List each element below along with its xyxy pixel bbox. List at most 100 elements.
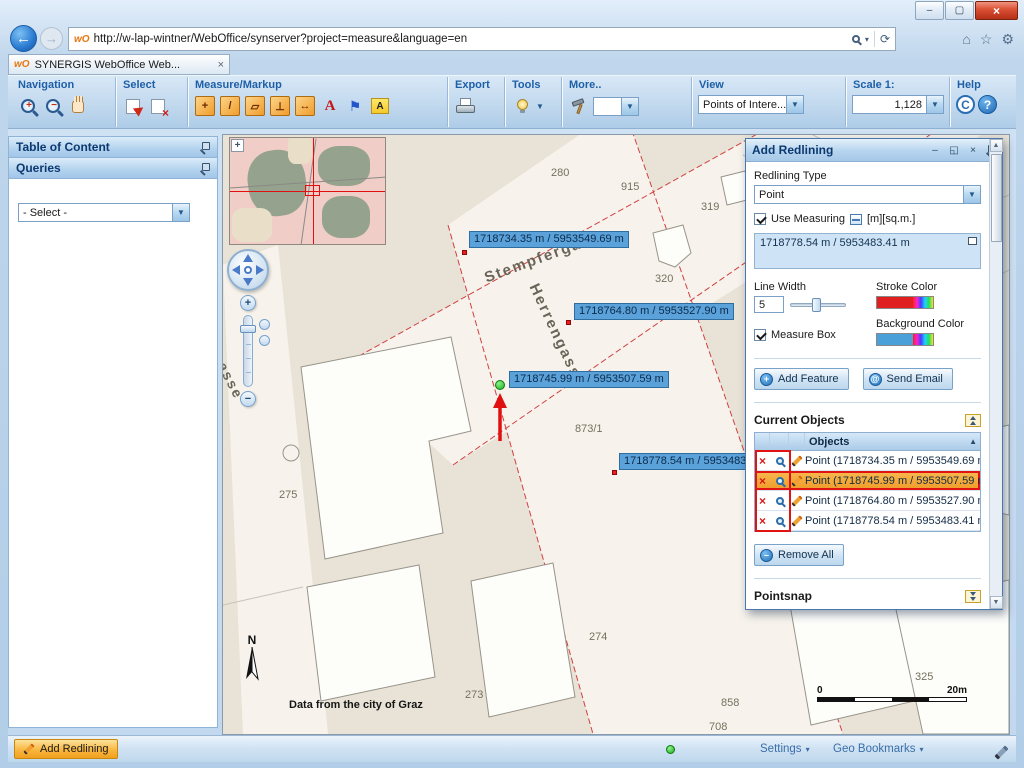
browser-back-button[interactable]: ← bbox=[10, 25, 37, 52]
copyright-button[interactable]: C bbox=[956, 95, 975, 114]
zoom-out-button[interactable]: − bbox=[42, 95, 64, 117]
send-email-button[interactable]: @ Send Email bbox=[863, 368, 953, 390]
delete-row-icon[interactable]: × bbox=[755, 514, 770, 528]
panel-close-icon[interactable]: × bbox=[966, 145, 980, 156]
query-select-dropdown[interactable]: - Select - ▼ bbox=[18, 203, 190, 222]
panel-minimize-icon[interactable]: – bbox=[928, 145, 942, 156]
query-select-caret-icon[interactable]: ▼ bbox=[172, 204, 189, 221]
geo-bookmarks-menu[interactable]: Geo Bookmarks ▾ bbox=[833, 743, 923, 755]
objects-table-header[interactable]: Objects ▲ bbox=[755, 433, 980, 451]
browser-forward-button[interactable]: → bbox=[40, 27, 63, 50]
add-feature-button[interactable]: + Add Feature bbox=[754, 368, 849, 390]
line-width-slider-handle[interactable] bbox=[812, 298, 821, 312]
text-annotation-button[interactable]: A bbox=[319, 95, 341, 117]
select-features-button[interactable] bbox=[122, 95, 144, 117]
tools-caret-icon[interactable]: ▼ bbox=[536, 102, 544, 111]
edit-row-icon[interactable] bbox=[791, 495, 802, 506]
sidebar-item-queries[interactable]: Queries bbox=[9, 158, 217, 179]
pan-hand-button[interactable] bbox=[67, 95, 89, 117]
settings-menu[interactable]: Settings ▾ bbox=[760, 743, 810, 755]
previous-extent-button[interactable] bbox=[259, 319, 270, 330]
overview-move-icon[interactable]: + bbox=[231, 139, 244, 152]
more-dropdown[interactable]: ▼ bbox=[593, 97, 639, 116]
flag-marker-button[interactable]: ⚑ bbox=[344, 95, 366, 117]
selected-point-marker[interactable] bbox=[495, 380, 505, 390]
zoom-in-button[interactable]: + bbox=[17, 95, 39, 117]
redlining-point-marker[interactable] bbox=[462, 250, 467, 255]
url-text[interactable]: http://w-lap-wintner/WebOffice/synserver… bbox=[94, 33, 848, 45]
scale-caret-icon[interactable]: ▼ bbox=[926, 96, 943, 113]
stroke-color-picker[interactable] bbox=[876, 296, 934, 309]
edit-row-icon[interactable] bbox=[791, 455, 802, 466]
measure-perpendicular-button[interactable]: ⊥ bbox=[269, 95, 291, 117]
delete-row-icon[interactable]: × bbox=[755, 494, 770, 508]
scroll-up-icon[interactable]: ▲ bbox=[990, 139, 1003, 152]
measure-line-button[interactable]: / bbox=[219, 95, 241, 117]
view-dropdown[interactable]: Points of Intere... ▼ bbox=[698, 95, 804, 114]
delete-row-icon[interactable]: × bbox=[755, 474, 770, 488]
line-width-slider[interactable] bbox=[790, 297, 846, 313]
refresh-icon[interactable]: ⟳ bbox=[880, 32, 890, 46]
search-icon[interactable] bbox=[852, 35, 860, 43]
table-row[interactable]: × Point (1718778.54 m / 5953483.41 m) bbox=[755, 511, 980, 531]
objects-column-header[interactable]: Objects bbox=[805, 436, 969, 448]
sort-ascending-icon[interactable]: ▲ bbox=[969, 437, 980, 446]
delete-row-icon[interactable]: × bbox=[755, 454, 770, 468]
browser-tools-icon[interactable]: ⚙ bbox=[1001, 31, 1014, 48]
browser-tab[interactable]: wO SYNERGIS WebOffice Web... × bbox=[8, 54, 230, 75]
zoom-slider[interactable] bbox=[243, 315, 253, 387]
line-width-input[interactable]: 5 bbox=[754, 296, 784, 313]
zoom-to-row-icon[interactable] bbox=[776, 517, 784, 525]
sidebar-item-table-of-content[interactable]: Table of Content bbox=[9, 137, 217, 158]
coordinate-display-box[interactable]: 1718778.54 m / 5953483.41 m bbox=[754, 233, 981, 269]
scale-value[interactable]: 1,128 bbox=[853, 99, 926, 111]
zoom-slider-handle[interactable] bbox=[240, 325, 256, 333]
scrollbar-thumb[interactable] bbox=[991, 154, 1002, 242]
window-close-button[interactable]: × bbox=[975, 1, 1018, 20]
url-field[interactable]: wO http://w-lap-wintner/WebOffice/synser… bbox=[68, 27, 896, 51]
favorites-icon[interactable]: ☆ bbox=[980, 31, 993, 48]
tools-button[interactable] bbox=[511, 95, 533, 117]
window-minimize-button[interactable]: – bbox=[915, 1, 944, 20]
panel-header[interactable]: Add Redlining – ◱ × bbox=[746, 139, 1002, 162]
panel-scrollbar[interactable]: ▲ ▼ bbox=[989, 139, 1002, 609]
pan-north-icon[interactable] bbox=[243, 254, 253, 262]
redlining-point-marker[interactable] bbox=[612, 470, 617, 475]
zoom-out-slider-button[interactable]: − bbox=[240, 391, 256, 407]
overview-extent-box[interactable] bbox=[305, 185, 320, 196]
redlining-type-dropdown[interactable]: Point ▼ bbox=[754, 185, 981, 204]
expand-section-icon[interactable] bbox=[965, 590, 981, 603]
clear-selection-button[interactable]: × bbox=[147, 95, 169, 117]
help-button[interactable]: ? bbox=[978, 95, 997, 114]
redlining-point-marker[interactable] bbox=[566, 320, 571, 325]
pan-south-icon[interactable] bbox=[243, 278, 253, 286]
measure-polygon-button[interactable]: ▱ bbox=[244, 95, 266, 117]
tab-close-icon[interactable]: × bbox=[218, 59, 224, 71]
coordinate-popout-icon[interactable] bbox=[968, 237, 977, 245]
measure-point-button[interactable]: + bbox=[194, 95, 216, 117]
zoom-in-slider-button[interactable]: + bbox=[240, 295, 256, 311]
overview-map[interactable]: + bbox=[229, 137, 386, 245]
measure-box-checkbox[interactable] bbox=[754, 329, 766, 341]
pan-west-icon[interactable] bbox=[232, 265, 240, 275]
collapse-section-icon[interactable] bbox=[965, 414, 981, 427]
table-row[interactable]: × Point (1718734.35 m / 5953549.69 m) bbox=[755, 451, 980, 471]
edit-row-icon[interactable] bbox=[791, 475, 802, 486]
panel-float-icon[interactable]: ◱ bbox=[947, 145, 961, 156]
pin-icon[interactable] bbox=[199, 163, 210, 174]
zoom-to-row-icon[interactable] bbox=[776, 457, 784, 465]
use-measuring-checkbox[interactable] bbox=[754, 213, 766, 225]
more-dropdown-caret-icon[interactable]: ▼ bbox=[621, 98, 638, 115]
print-button[interactable] bbox=[454, 95, 476, 117]
scale-input[interactable]: 1,128 ▼ bbox=[852, 95, 944, 114]
label-button[interactable]: A bbox=[369, 95, 391, 117]
remove-all-button[interactable]: – Remove All bbox=[754, 544, 844, 566]
pin-icon[interactable] bbox=[199, 142, 210, 153]
table-row-selected[interactable]: × Point (1718745.99 m / 5953507.59 m) bbox=[755, 471, 980, 491]
home-icon[interactable]: ⌂ bbox=[962, 31, 970, 48]
edit-row-icon[interactable] bbox=[791, 515, 802, 526]
background-color-picker[interactable] bbox=[876, 333, 934, 346]
pan-center-icon[interactable] bbox=[244, 266, 252, 274]
add-redlining-status-button[interactable]: Add Redlining bbox=[14, 739, 118, 759]
next-extent-button[interactable] bbox=[259, 335, 270, 346]
